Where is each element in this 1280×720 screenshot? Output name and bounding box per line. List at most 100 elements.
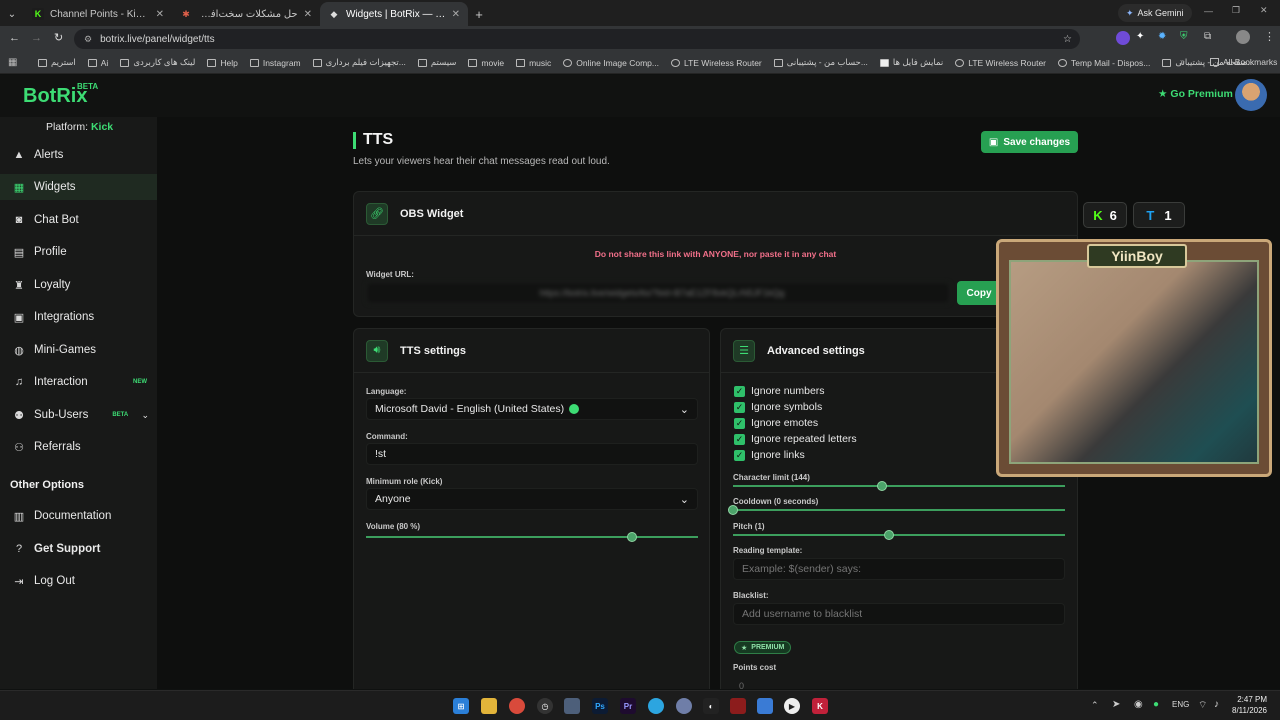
sidebar-item-alerts[interactable]: ▲ Alerts (0, 142, 157, 168)
sidebar-item-widgets[interactable]: ▦ Widgets (0, 174, 157, 200)
app-icon[interactable] (564, 698, 580, 714)
character-limit-slider[interactable] (733, 481, 1065, 491)
chrome-icon[interactable] (509, 698, 525, 714)
window-close-icon[interactable]: ✕ (1260, 5, 1268, 16)
user-avatar[interactable] (1235, 79, 1267, 111)
tab-hardware[interactable]: ✱ حل مشکلات سخت‌افزاری و فنی ا... ✕ (172, 2, 320, 26)
close-icon[interactable]: ✕ (452, 9, 460, 20)
sidebar-item-interaction[interactable]: ♫ Interaction NEW (0, 369, 157, 395)
sidebar-item-sub-users[interactable]: ⚉ Sub-Users BETA ⌄ (0, 402, 157, 428)
go-premium-button[interactable]: ★ Go Premium (1158, 88, 1233, 100)
close-icon[interactable]: ✕ (304, 9, 312, 20)
app-icon[interactable] (757, 698, 773, 714)
site-info-icon[interactable]: ⚙ (84, 34, 92, 45)
reading-template-input[interactable] (733, 558, 1065, 580)
save-changes-button[interactable]: ▣ Save changes (981, 131, 1078, 153)
pitch-slider[interactable] (733, 530, 1065, 540)
tab-search-icon[interactable]: ⌄ (0, 2, 24, 26)
file-explorer-icon[interactable] (481, 698, 497, 714)
sidebar-item-loyalty[interactable]: ♜ Loyalty (0, 272, 157, 298)
tray-chevron-icon[interactable]: ⌃ (1091, 700, 1099, 711)
sidebar-item-profile[interactable]: ▤ Profile (0, 239, 157, 265)
extension-icon[interactable]: ✦ (1136, 31, 1144, 42)
back-icon[interactable]: ← (9, 32, 20, 44)
bookmark-item[interactable]: LTE Wireless Router (670, 58, 762, 68)
sidebar-item-log-out[interactable]: ⇥ Log Out (0, 568, 157, 594)
sidebar-item-referrals[interactable]: ⚇ Referrals (0, 434, 157, 460)
microphone-icon[interactable]: ● (1153, 699, 1159, 710)
copy-url-button[interactable]: Copy (957, 281, 1001, 305)
language-select[interactable]: Microsoft David - English (United States… (366, 398, 698, 420)
sidebar-item-get-support[interactable]: ? Get Support (0, 536, 157, 562)
command-input[interactable]: !st (366, 443, 698, 465)
more-bookmarks-icon[interactable]: » (1180, 56, 1185, 66)
sidebar-item-mini-games[interactable]: ◍ Mini-Games (0, 337, 157, 363)
tab-kick-dashboard[interactable]: K Channel Points - Kick Dashboard ✕ (24, 2, 172, 26)
media-player-icon[interactable]: ▶ (784, 698, 800, 714)
bookmark-item[interactable]: Help (207, 58, 238, 68)
apps-grid-icon[interactable]: ▦ (8, 57, 17, 68)
new-tab-icon[interactable]: + (468, 2, 490, 26)
clock-app-icon[interactable]: ◷ (537, 698, 553, 714)
extensions-puzzle-icon[interactable]: ⧉ (1204, 31, 1211, 42)
blacklist-input[interactable] (733, 603, 1065, 625)
character-limit-handle[interactable] (877, 481, 888, 491)
sidebar-item-chat-bot[interactable]: ◙ Chat Bot (0, 207, 157, 233)
volume-icon[interactable]: ♪ (1214, 699, 1219, 710)
forward-icon[interactable]: → (31, 32, 42, 44)
sidebar-item-documentation[interactable]: ▥ Documentation (0, 503, 157, 529)
pitch-handle[interactable] (884, 530, 895, 540)
ignore-numbers-checkbox[interactable]: ✓ Ignore numbers (734, 385, 825, 397)
tab-botrix-widgets[interactable]: ◆ Widgets | BotRix — Cloud Stream ✕ (320, 2, 468, 26)
reload-icon[interactable]: ↻ (54, 31, 63, 44)
chevron-down-icon[interactable]: ⌄ (141, 410, 149, 421)
bookmark-item[interactable]: LTE Wireless Router (955, 58, 1046, 68)
bookmark-item[interactable]: movie (468, 58, 504, 68)
ignore-symbols-checkbox[interactable]: ✓ Ignore symbols (734, 401, 822, 413)
volume-slider-handle[interactable] (626, 532, 637, 542)
app-icon[interactable] (676, 698, 692, 714)
bookmark-item[interactable]: لینک های کاربردی (120, 57, 195, 68)
app-icon[interactable]: K (812, 698, 828, 714)
bookmark-item[interactable]: Instagram (249, 58, 301, 68)
widget-url-field[interactable]: https://botrix.live/widgets/tts/?bid=B7a… (366, 282, 950, 304)
bookmark-item[interactable]: Temp Mail - Dispos... (1058, 58, 1150, 68)
app-icon[interactable]: ◐ (703, 698, 719, 714)
menu-kebab-icon[interactable]: ⋮ (1264, 30, 1275, 43)
close-icon[interactable]: ✕ (156, 9, 164, 20)
start-icon[interactable]: ⊞ (453, 698, 469, 714)
clock[interactable]: 2:47 PM 8/11/2026 (1229, 694, 1267, 716)
bookmark-item[interactable]: نمایش فایل ها (879, 57, 943, 68)
app-icon[interactable] (730, 698, 746, 714)
minimize-icon[interactable]: — (1204, 6, 1213, 16)
ignore-links-checkbox[interactable]: ✓ Ignore links (734, 449, 805, 461)
bookmark-item[interactable]: سیستم (417, 57, 456, 68)
extension-icon[interactable]: ✹ (1158, 31, 1166, 42)
extension-icon[interactable] (1116, 31, 1130, 45)
tray-icon[interactable]: ➤ (1112, 699, 1120, 710)
profile-avatar[interactable] (1236, 30, 1250, 44)
sidebar-item-integrations[interactable]: ▣ Integrations (0, 304, 157, 330)
ask-gemini-button[interactable]: ✦ Ask Gemini (1118, 4, 1192, 22)
cooldown-slider[interactable] (728, 505, 1065, 515)
wifi-icon[interactable]: ⌔ (1198, 699, 1207, 712)
tray-icon[interactable]: ◉ (1134, 699, 1143, 710)
bookmark-item[interactable]: music (516, 58, 551, 68)
ignore-repeated-letters-checkbox[interactable]: ✓ Ignore repeated letters (734, 433, 857, 445)
volume-slider[interactable] (366, 532, 698, 542)
address-bar[interactable]: ⚙ botrix.live/panel/widget/tts ☆ (74, 29, 1080, 49)
cooldown-handle[interactable] (728, 505, 738, 515)
bookmark-item[interactable]: تجهیزات فیلم برداری... (312, 57, 406, 68)
bookmark-item[interactable]: حساب من - پشتیبانی... (773, 57, 868, 68)
maximize-icon[interactable]: ❐ (1232, 5, 1240, 16)
telegram-icon[interactable] (648, 698, 664, 714)
ignore-emotes-checkbox[interactable]: ✓ Ignore emotes (734, 417, 818, 429)
all-bookmarks-button[interactable]: All Bookmarks (1210, 57, 1277, 67)
bookmark-star-icon[interactable]: ☆ (1063, 34, 1072, 45)
bookmark-item[interactable]: Ai (87, 58, 108, 68)
bookmark-item[interactable]: Online Image Comp... (563, 58, 659, 68)
photoshop-icon[interactable]: Ps (592, 698, 608, 714)
language-indicator[interactable]: ENG (1172, 700, 1189, 709)
bookmark-item[interactable]: استریم (38, 57, 76, 68)
minimum-role-select[interactable]: Anyone ⌄ (366, 488, 698, 510)
